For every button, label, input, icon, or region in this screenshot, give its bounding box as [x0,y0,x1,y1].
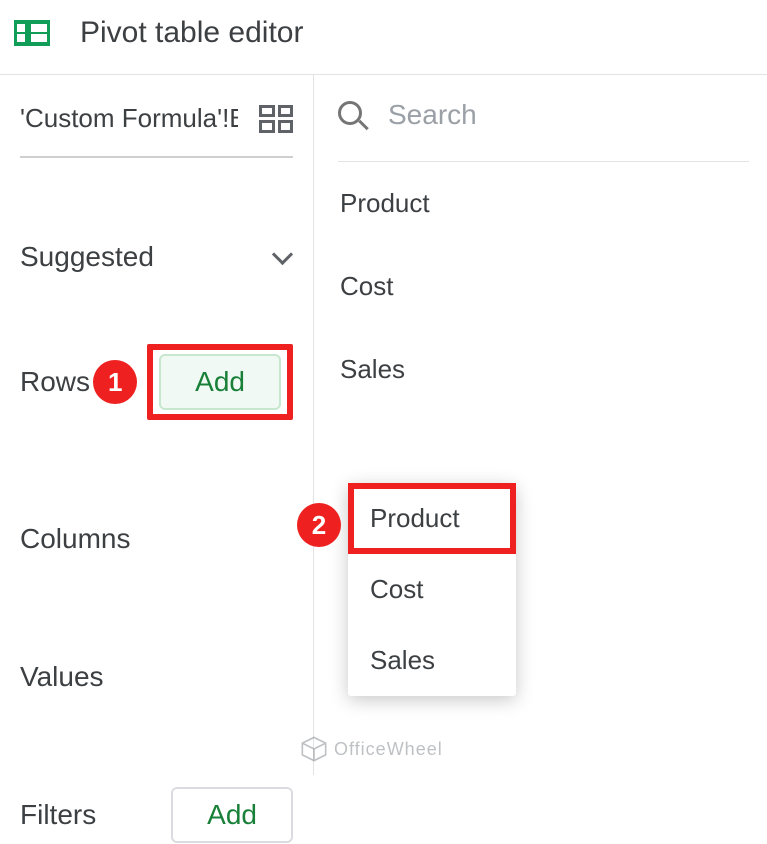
rows-add-button[interactable]: Add [159,354,281,410]
dropdown-item-sales[interactable]: Sales [348,625,516,696]
dropdown-item-cost[interactable]: Cost [348,554,516,625]
filters-label: Filters [20,799,96,831]
suggested-label: Suggested [20,241,154,273]
values-section: Values [20,648,293,706]
data-range-input[interactable] [20,103,238,134]
field-item-sales[interactable]: Sales [338,328,749,411]
suggested-section[interactable]: Suggested [20,228,293,286]
columns-label: Columns [20,523,130,555]
search-icon [338,101,366,129]
values-label: Values [20,661,104,693]
callout-badge-1: 1 [93,360,137,404]
watermark-icon [300,735,328,763]
editor-title: Pivot table editor [80,16,303,50]
editor-header: Pivot table editor [0,0,767,74]
field-item-product[interactable]: Product [338,162,749,245]
callout-badge-2: 2 [297,503,341,547]
rows-label: Rows [20,366,90,398]
left-panel: Suggested Rows 1 Add Columns Values Filt… [0,75,314,775]
search-input[interactable] [388,99,749,131]
rows-add-dropdown: Product Cost Sales [348,483,516,696]
chevron-down-icon [273,251,293,263]
rows-section: Rows 1 Add [20,344,293,420]
select-range-icon[interactable] [259,105,293,133]
field-item-cost[interactable]: Cost [338,245,749,328]
dropdown-item-product[interactable]: Product [348,483,516,554]
watermark: OfficeWheel [300,735,443,763]
columns-section: Columns [20,510,293,568]
filters-add-button[interactable]: Add [171,787,293,843]
pivot-table-icon [14,20,50,46]
editor-body: Suggested Rows 1 Add Columns Values Filt… [0,75,767,775]
search-row [338,99,749,162]
watermark-text: OfficeWheel [334,739,443,760]
data-range-row [20,103,293,158]
callout-highlight-1: Add [147,344,293,420]
filters-section: Filters Add [20,786,293,844]
